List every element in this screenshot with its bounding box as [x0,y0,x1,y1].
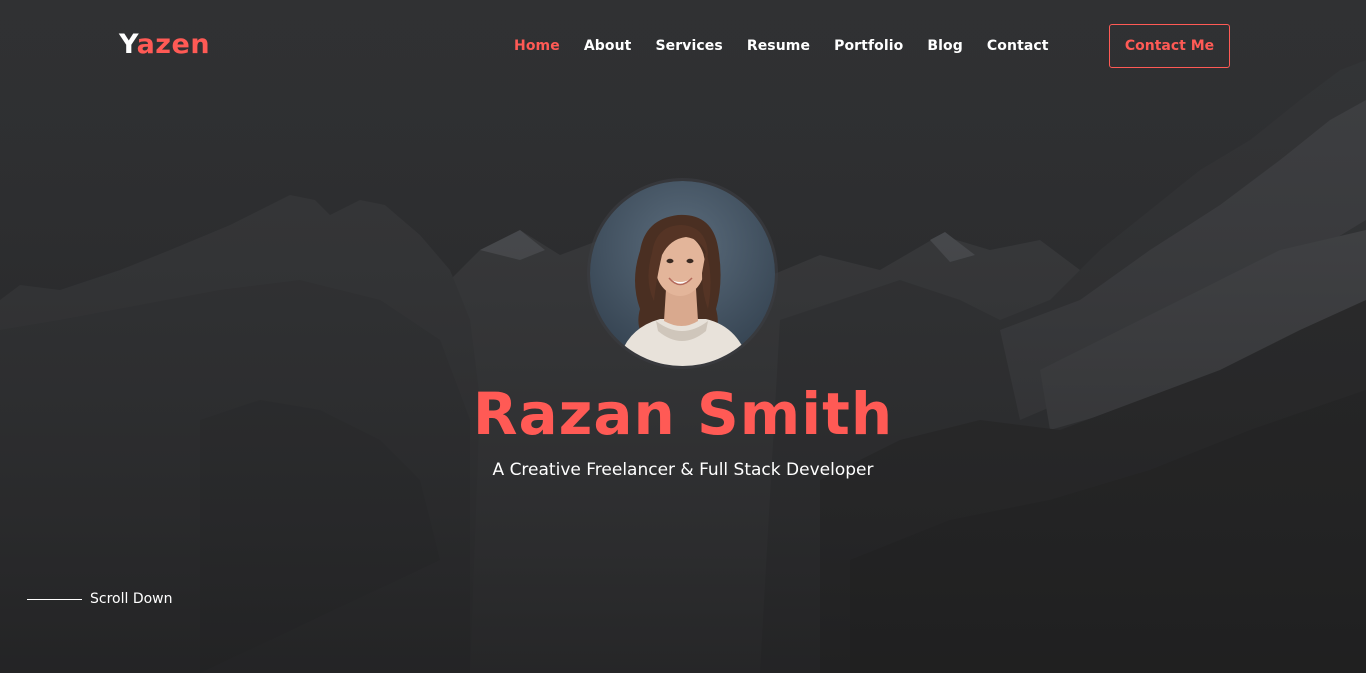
site-header: Yazen Home About Services Resume Portfol… [0,0,1366,92]
scroll-down-label: Scroll Down [90,591,173,607]
hero-name: Razan Smith [472,380,894,448]
main-nav: Home About Services Resume Portfolio Blo… [514,37,1073,55]
nav-item-blog[interactable]: Blog [927,37,963,55]
hero-section: Yazen Home About Services Resume Portfol… [0,0,1366,673]
profile-avatar [590,181,775,366]
brand-logo[interactable]: Yazen [119,29,210,60]
profile-photo [590,181,775,366]
brand-logo-first-letter: Y [119,29,137,60]
nav-item-resume[interactable]: Resume [747,37,810,55]
nav-item-about[interactable]: About [584,37,632,55]
hero-tagline: A Creative Freelancer & Full Stack Devel… [492,460,874,480]
brand-logo-rest: azen [136,29,211,60]
nav-item-contact[interactable]: Contact [987,37,1049,55]
nav-item-home[interactable]: Home [514,37,560,55]
contact-me-button[interactable]: Contact Me [1109,24,1230,68]
nav-item-services[interactable]: Services [655,37,722,55]
nav-item-portfolio[interactable]: Portfolio [834,37,903,55]
scroll-down-link[interactable]: Scroll Down [27,591,173,607]
scroll-line-divider [27,598,82,600]
